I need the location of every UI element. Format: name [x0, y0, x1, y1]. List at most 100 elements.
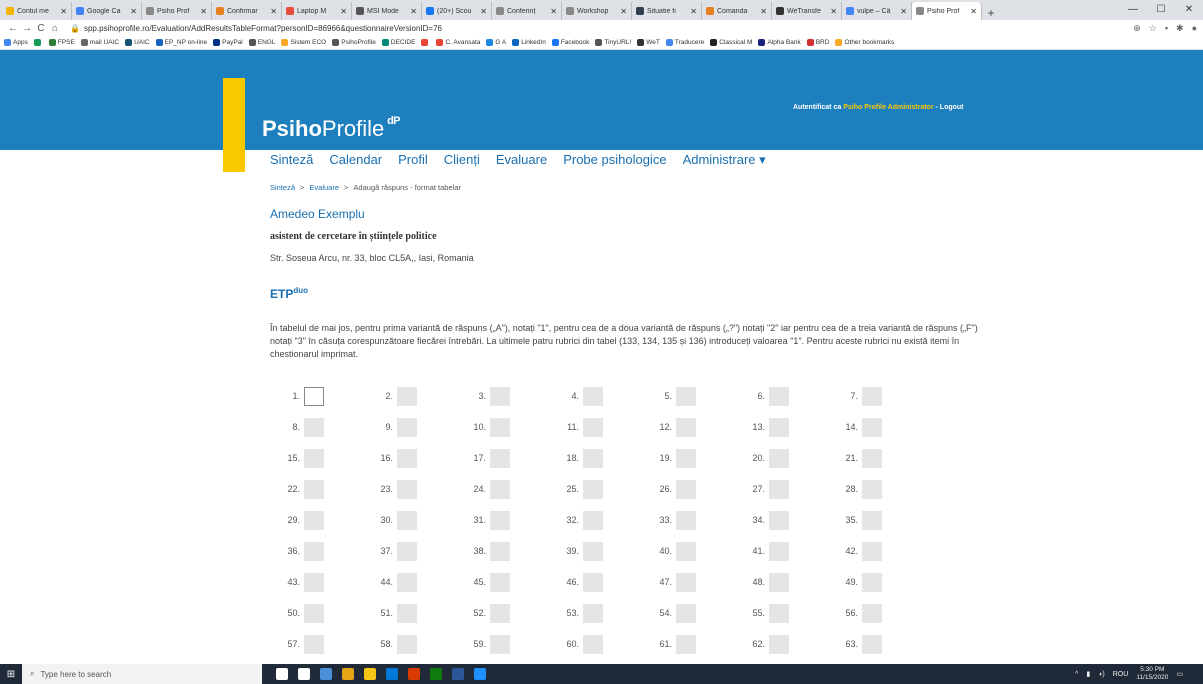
bookmark-item[interactable]: DECIDE	[381, 39, 415, 46]
answer-input[interactable]	[676, 510, 696, 530]
taskbar-app-icon[interactable]	[386, 668, 398, 680]
bookmark-item[interactable]: C. Avansata	[436, 39, 480, 46]
answer-input[interactable]	[304, 572, 324, 592]
forward-icon[interactable]: →	[20, 23, 34, 34]
answer-input[interactable]	[304, 448, 324, 468]
bookmark-item[interactable]: Other bookmarks	[835, 39, 894, 46]
answer-input[interactable]	[490, 510, 510, 530]
bookmark-item[interactable]: Classical M	[710, 39, 752, 46]
answer-input[interactable]	[304, 541, 324, 561]
answer-input[interactable]	[304, 510, 324, 530]
answer-input[interactable]	[397, 541, 417, 561]
menu-item[interactable]: Evaluare	[496, 152, 547, 168]
language-indicator[interactable]: ROU	[1113, 671, 1129, 678]
profile-icon[interactable]: ●	[1192, 23, 1197, 34]
tab-close-icon[interactable]: ✕	[830, 7, 837, 16]
bookmark-item[interactable]: PayPal	[213, 39, 243, 46]
browser-tab[interactable]: Google Ca ✕	[72, 2, 142, 20]
network-icon[interactable]: ▮	[1086, 670, 1090, 678]
auth-user-link[interactable]: Psiho Profile Administrator	[843, 104, 933, 111]
browser-tab[interactable]: Laptop M ✕	[282, 2, 352, 20]
windows-start-icon[interactable]: ⊞	[0, 669, 22, 680]
browser-tab[interactable]: MSI Mode ✕	[352, 2, 422, 20]
answer-input[interactable]	[583, 572, 603, 592]
answer-input[interactable]	[862, 448, 882, 468]
answer-input[interactable]	[769, 634, 789, 654]
bookmark-item[interactable]: Apps	[4, 39, 28, 46]
answer-input[interactable]	[397, 603, 417, 623]
breadcrumb-home-link[interactable]: Sinteză	[270, 183, 295, 192]
browser-tab[interactable]: Workshop ✕	[562, 2, 632, 20]
answer-input[interactable]	[769, 603, 789, 623]
tab-close-icon[interactable]: ✕	[200, 7, 207, 16]
notification-icon[interactable]: ▭	[1176, 670, 1183, 678]
bookmark-item[interactable]: TinyURL!	[595, 39, 631, 46]
taskbar-app-icon[interactable]	[342, 668, 354, 680]
answer-input[interactable]	[583, 510, 603, 530]
menu-item[interactable]: Clienți	[444, 152, 480, 168]
bookmark-item[interactable]: PsihoProfile	[332, 39, 376, 46]
answer-input[interactable]	[862, 386, 882, 406]
bookmark-item[interactable]: Alpha Bank	[758, 39, 801, 46]
answer-input[interactable]	[490, 448, 510, 468]
answer-input[interactable]	[583, 634, 603, 654]
tab-close-icon[interactable]: ✕	[130, 7, 137, 16]
taskbar-search[interactable]: ⌕ Type here to search	[22, 664, 262, 684]
zoom-icon[interactable]: ⊕	[1133, 23, 1141, 34]
answer-input[interactable]	[397, 386, 417, 406]
taskbar-app-icon[interactable]	[320, 668, 332, 680]
maximize-button[interactable]: ☐	[1147, 0, 1175, 20]
answer-input[interactable]	[769, 448, 789, 468]
taskbar-app-icon[interactable]	[408, 668, 420, 680]
tray-up-icon[interactable]: ^	[1075, 671, 1078, 678]
answer-input[interactable]	[769, 386, 789, 406]
reload-icon[interactable]: C	[34, 23, 48, 34]
answer-input[interactable]	[862, 603, 882, 623]
taskbar-app-icon[interactable]	[364, 668, 376, 680]
answer-input[interactable]	[490, 386, 510, 406]
puzzle-icon[interactable]: ✱	[1176, 23, 1184, 34]
answer-input[interactable]	[676, 603, 696, 623]
tab-close-icon[interactable]: ✕	[480, 7, 487, 16]
answer-input[interactable]	[862, 417, 882, 437]
tab-close-icon[interactable]: ✕	[760, 7, 767, 16]
bookmark-item[interactable]	[33, 39, 43, 46]
home-icon[interactable]: ⌂	[48, 23, 62, 34]
answer-input[interactable]	[676, 417, 696, 437]
tab-close-icon[interactable]: ✕	[410, 7, 417, 16]
back-icon[interactable]: ←	[6, 23, 20, 34]
menu-item[interactable]: Probe psihologice	[563, 152, 666, 168]
lock-icon[interactable]: 🔒	[70, 24, 80, 33]
answer-input[interactable]	[676, 541, 696, 561]
browser-tab[interactable]: Comanda ✕	[702, 2, 772, 20]
answer-input[interactable]	[490, 541, 510, 561]
answer-input[interactable]	[862, 479, 882, 499]
volume-icon[interactable]: ◖)	[1098, 671, 1105, 678]
answer-input[interactable]	[862, 510, 882, 530]
star-icon[interactable]: ☆	[1149, 23, 1157, 34]
logout-link[interactable]: - Logout	[936, 104, 964, 111]
answer-input[interactable]	[583, 479, 603, 499]
bookmark-item[interactable]: EP_NP on-line	[155, 39, 207, 46]
answer-input[interactable]	[397, 479, 417, 499]
answer-input[interactable]	[676, 448, 696, 468]
answer-input[interactable]	[304, 479, 324, 499]
answer-input[interactable]	[490, 479, 510, 499]
site-logo[interactable]: PsihoProfile ᵈᴾ	[262, 115, 400, 142]
url-field[interactable]: spp.psihoprofile.ro/Evaluation/AddResult…	[84, 24, 1133, 33]
tab-close-icon[interactable]: ✕	[900, 7, 907, 16]
answer-input[interactable]	[676, 479, 696, 499]
answer-input[interactable]	[397, 634, 417, 654]
breadcrumb-section-link[interactable]: Evaluare	[309, 183, 339, 192]
answer-input[interactable]	[304, 417, 324, 437]
bookmark-item[interactable]: FPSE	[48, 39, 75, 46]
answer-input[interactable]	[397, 572, 417, 592]
bookmark-item[interactable]: LinkedIn	[512, 39, 546, 46]
minimize-button[interactable]: —	[1119, 0, 1147, 20]
menu-item[interactable]: Profil	[398, 152, 428, 168]
extension-icon[interactable]: ▪	[1165, 23, 1168, 34]
taskbar-app-icon[interactable]	[452, 668, 464, 680]
menu-item[interactable]: Sinteză	[270, 152, 313, 168]
new-tab-button[interactable]: +	[982, 6, 1000, 20]
clock[interactable]: 5:30 PM 11/15/2020	[1136, 666, 1168, 682]
